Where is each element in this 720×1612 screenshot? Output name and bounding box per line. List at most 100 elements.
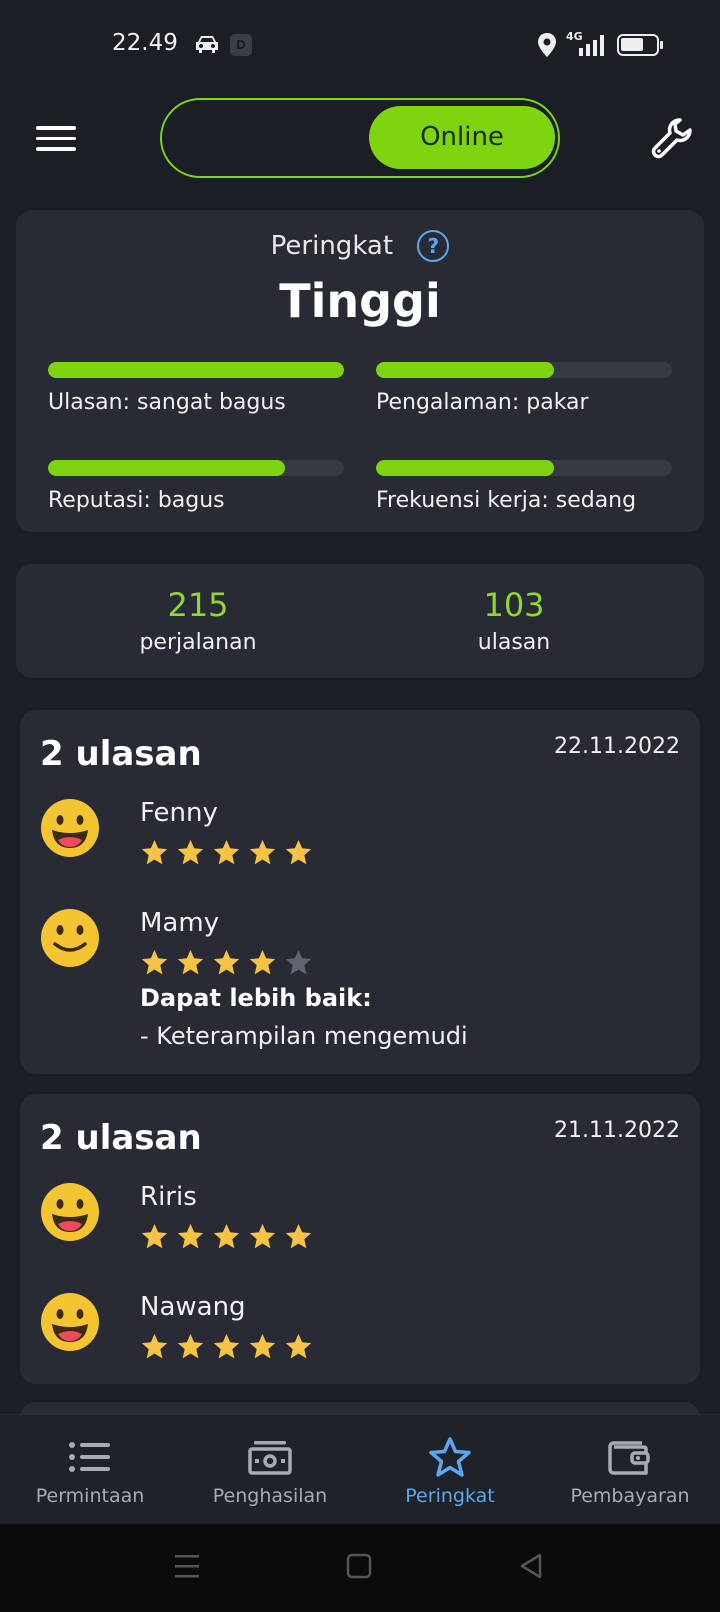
car-icon xyxy=(196,36,218,53)
status-time: 22.49 xyxy=(112,30,178,56)
location-icon xyxy=(538,33,556,57)
star-filled-icon xyxy=(249,839,276,865)
star-icon xyxy=(429,1437,471,1477)
metric-bar xyxy=(376,362,672,378)
rating-level: Tinggi xyxy=(279,274,441,328)
review-item: Mamy Dapat lebih baik: - Keterampilan me… xyxy=(40,908,680,1058)
money-icon xyxy=(248,1441,292,1475)
star-filled-icon xyxy=(177,839,204,865)
review-item: Nawang xyxy=(40,1292,680,1372)
reviewer-name: Nawang xyxy=(140,1292,246,1322)
help-icon[interactable]: ? xyxy=(417,230,450,262)
online-status-toggle[interactable]: Online xyxy=(160,98,560,178)
reviewer-name: Riris xyxy=(140,1182,197,1212)
nav-label: Peringkat xyxy=(405,1485,495,1507)
metric-reviews: Ulasan: sangat bagus xyxy=(48,362,344,415)
metric-label: Ulasan: sangat bagus xyxy=(48,390,286,415)
nav-label: Pembayaran xyxy=(570,1485,690,1507)
rating-header: Peringkat ? xyxy=(16,230,704,262)
metric-label: Frekuensi kerja: sedang xyxy=(376,488,637,513)
metric-work-frequency: Frekuensi kerja: sedang xyxy=(376,460,672,513)
bottom-nav: Permintaan Penghasilan Peringkat Pembaya… xyxy=(0,1414,720,1524)
star-filled-icon xyxy=(249,1333,276,1359)
grinning-face-icon[interactable] xyxy=(40,1182,100,1242)
star-filled-icon xyxy=(285,839,312,865)
back-icon[interactable] xyxy=(518,1552,544,1580)
star-filled-icon xyxy=(141,839,168,865)
list-icon xyxy=(69,1442,110,1472)
menu-icon-line xyxy=(36,126,76,130)
reviewer-name: Fenny xyxy=(140,798,218,828)
review-group: 2 ulasan 22.11.2022 Fenny Mamy Dapat leb… xyxy=(20,710,700,1074)
review-group-date: 22.11.2022 xyxy=(554,734,680,759)
trips-count-label: perjalanan xyxy=(139,630,257,655)
reviews-count-value: 103 xyxy=(483,586,545,624)
nav-item-rating[interactable]: Peringkat xyxy=(360,1415,540,1525)
metric-bar-fill xyxy=(376,460,554,476)
metric-bar-fill xyxy=(48,460,285,476)
improvement-title: Dapat lebih baik: xyxy=(140,984,372,1012)
star-filled-icon xyxy=(213,1333,240,1359)
nav-item-payment[interactable]: Pembayaran xyxy=(540,1415,720,1525)
review-group: 2 ulasan 21.11.2022 Riris Nawang xyxy=(20,1094,700,1384)
star-rating xyxy=(140,948,320,981)
grinning-face-icon[interactable] xyxy=(40,798,100,858)
star-filled-icon xyxy=(141,1223,168,1249)
system-nav-bar xyxy=(0,1524,720,1612)
star-filled-icon xyxy=(177,1223,204,1249)
trips-count: 215 perjalanan xyxy=(78,586,318,655)
metric-experience: Pengalaman: pakar xyxy=(376,362,672,415)
smiling-face-icon[interactable] xyxy=(40,908,100,968)
metric-bar xyxy=(376,460,672,476)
metric-reputation: Reputasi: bagus xyxy=(48,460,344,513)
recent-apps-icon[interactable] xyxy=(174,1552,200,1580)
star-empty-icon xyxy=(285,949,312,975)
nav-item-requests[interactable]: Permintaan xyxy=(0,1415,180,1525)
star-filled-icon xyxy=(213,949,240,975)
home-icon[interactable] xyxy=(346,1552,372,1580)
counts-card: 215 perjalanan 103 ulasan xyxy=(16,564,704,678)
star-rating xyxy=(140,1222,320,1255)
status-bar: 22.49 D 4G xyxy=(0,0,720,90)
review-item: Fenny xyxy=(40,798,680,878)
menu-icon-line xyxy=(36,136,76,140)
improvement-item: - Keterampilan mengemudi xyxy=(140,1022,468,1050)
star-filled-icon xyxy=(249,949,276,975)
review-item: Riris xyxy=(40,1182,680,1262)
star-filled-icon xyxy=(141,949,168,975)
star-filled-icon xyxy=(249,1223,276,1249)
review-group-title: 2 ulasan xyxy=(40,1118,202,1158)
metric-bar-fill xyxy=(376,362,554,378)
metric-bar-fill xyxy=(48,362,344,378)
signal-icon xyxy=(579,35,604,56)
nav-label: Permintaan xyxy=(35,1485,145,1507)
toggle-knob-label: Online xyxy=(369,106,555,169)
wrench-settings-icon[interactable] xyxy=(650,116,694,160)
metric-bar xyxy=(48,362,344,378)
rating-title: Peringkat xyxy=(270,231,394,261)
review-group-date: 21.11.2022 xyxy=(554,1118,680,1143)
star-rating xyxy=(140,1332,320,1365)
star-filled-icon xyxy=(213,1223,240,1249)
battery-icon xyxy=(617,34,663,56)
star-filled-icon xyxy=(285,1223,312,1249)
d-app-icon: D xyxy=(230,34,252,56)
metric-label: Pengalaman: pakar xyxy=(376,390,589,415)
wallet-icon xyxy=(608,1441,650,1475)
star-filled-icon xyxy=(177,1333,204,1359)
nav-item-earnings[interactable]: Penghasilan xyxy=(180,1415,360,1525)
star-filled-icon xyxy=(213,839,240,865)
rating-card: Peringkat ? Tinggi Ulasan: sangat bagus … xyxy=(16,210,704,532)
star-filled-icon xyxy=(141,1333,168,1359)
menu-button[interactable] xyxy=(36,126,76,152)
star-rating xyxy=(140,838,320,871)
trips-count-value: 215 xyxy=(167,586,229,624)
nav-label: Penghasilan xyxy=(212,1485,328,1507)
metric-bar xyxy=(48,460,344,476)
reviews-count: 103 ulasan xyxy=(394,586,634,655)
star-filled-icon xyxy=(285,1333,312,1359)
reviewer-name: Mamy xyxy=(140,908,220,938)
grinning-face-icon[interactable] xyxy=(40,1292,100,1352)
menu-icon-line xyxy=(36,147,76,151)
star-filled-icon xyxy=(177,949,204,975)
